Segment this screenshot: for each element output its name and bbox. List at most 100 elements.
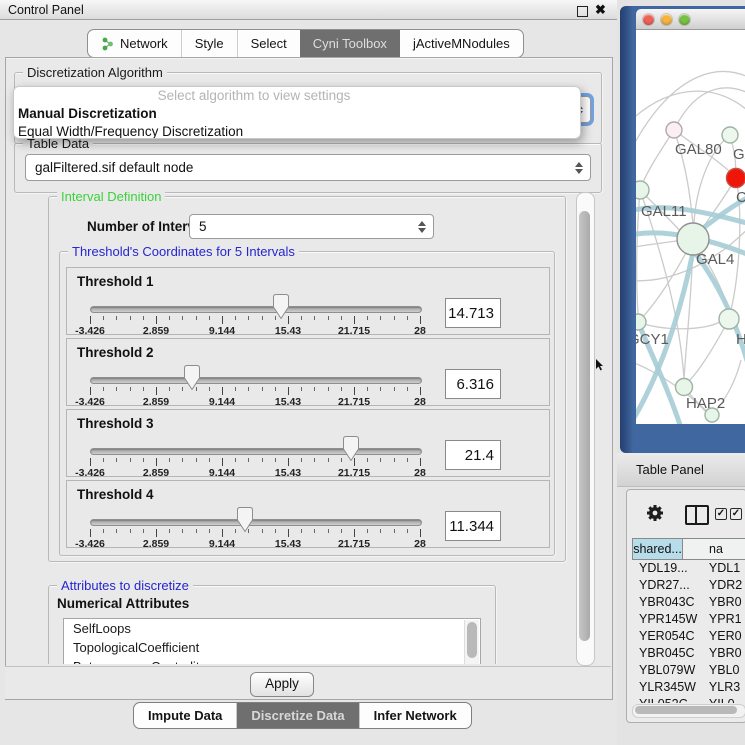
tick-mark [130, 529, 131, 533]
cell-shared-name[interactable]: YBL079W [632, 662, 704, 679]
threshold-4-value-field[interactable]: 11.344 [445, 511, 501, 541]
attributes-scrollbar[interactable] [464, 620, 479, 664]
table-row[interactable]: YDL19...YDL1 [632, 560, 745, 577]
close-icon[interactable]: ✖ [595, 1, 606, 18]
attribute-list-item[interactable]: BetweennessCentrality [64, 657, 480, 664]
minimize-traffic-light-icon[interactable] [661, 14, 672, 25]
cell-name[interactable]: YIL0 [704, 696, 745, 703]
table-row[interactable]: YER054CYER0 [632, 628, 745, 645]
slider-track[interactable] [90, 519, 422, 526]
network-edge[interactable] [640, 130, 674, 190]
numerical-attributes-list[interactable]: SelfLoopsTopologicalCoefficientBetweenne… [63, 618, 481, 664]
zoom-traffic-light-icon[interactable] [679, 14, 690, 25]
number-of-intervals-combobox[interactable]: 5 [189, 214, 434, 239]
checkbox-icon[interactable]: ✓ [715, 508, 727, 520]
slider-track[interactable] [90, 377, 422, 384]
network-edge[interactable] [674, 88, 745, 130]
slider-handle[interactable] [237, 507, 253, 532]
slider-handle[interactable] [273, 294, 289, 319]
close-traffic-light-icon[interactable] [643, 14, 654, 25]
network-node[interactable] [727, 169, 745, 188]
float-window-icon[interactable] [577, 6, 588, 17]
cell-name[interactable]: YDL1 [704, 560, 745, 577]
tab-select[interactable]: Select [237, 30, 300, 57]
threshold-3-value-field[interactable]: 21.4 [445, 440, 501, 470]
dropdown-option-equal-width[interactable]: Equal Width/Frequency Discretization [14, 123, 580, 139]
slider-handle[interactable] [184, 365, 200, 390]
network-view-canvas[interactable]: GAL80GACGAL11GAL4GCY1HHAP2 [636, 30, 745, 424]
table-row[interactable]: YBR043CYBR0 [632, 594, 745, 611]
slider-track[interactable] [90, 306, 422, 313]
threshold-1-value-field[interactable]: 14.713 [445, 298, 501, 328]
attribute-list-item[interactable]: SelfLoops [64, 619, 480, 638]
tick-mark [420, 458, 421, 466]
tab-cyni-toolbox[interactable]: Cyni Toolbox [300, 30, 400, 57]
column-header-shared-name[interactable]: shared... [632, 538, 683, 560]
table-row[interactable]: YPR145WYPR1 [632, 611, 745, 628]
dropdown-placeholder-option[interactable]: Select algorithm to view settings [14, 87, 580, 105]
scrollbar-thumb[interactable] [467, 622, 477, 658]
network-node[interactable] [636, 181, 649, 199]
cell-shared-name[interactable]: YIL052C [632, 696, 704, 703]
tab-network[interactable]: Network [88, 30, 181, 57]
threshold-2-value-field[interactable]: 6.316 [445, 369, 501, 399]
tab-jactivemnodules[interactable]: jActiveMNodules [400, 30, 523, 57]
network-node-label: HAP2 [686, 395, 725, 412]
scrollbar-thumb[interactable] [579, 211, 590, 641]
table-row[interactable]: YLR345WYLR3 [632, 679, 745, 696]
cell-name[interactable]: YER0 [704, 628, 745, 645]
network-edge[interactable] [638, 322, 720, 329]
attribute-list-item[interactable]: TopologicalCoefficient [64, 638, 480, 657]
network-node[interactable] [722, 127, 738, 143]
cell-shared-name[interactable]: YER054C [632, 628, 704, 645]
cell-shared-name[interactable]: YDR27... [632, 577, 704, 594]
cell-shared-name[interactable]: YLR345W [632, 679, 704, 696]
network-window-titlebar[interactable] [636, 9, 745, 30]
tab-impute-data[interactable]: Impute Data [134, 703, 236, 728]
cell-name[interactable]: YDR2 [704, 577, 745, 594]
threshold-3-slider[interactable]: -3.4262.8599.14415.4321.71528 [90, 446, 420, 474]
cell-name[interactable]: YBR0 [704, 645, 745, 662]
cell-shared-name[interactable]: YBR045C [632, 645, 704, 662]
table-data-combobox[interactable]: galFiltered.sif default node [25, 154, 591, 181]
network-node[interactable] [636, 314, 646, 330]
split-columns-icon[interactable] [685, 505, 709, 525]
cell-shared-name[interactable]: YPR145W [632, 611, 704, 628]
network-node[interactable] [666, 122, 682, 138]
cell-shared-name[interactable]: YBR043C [632, 594, 704, 611]
table-row[interactable]: YBR045CYBR0 [632, 645, 745, 662]
dropdown-option-manual[interactable]: Manual Discretization [14, 105, 580, 123]
apply-button[interactable]: Apply [250, 672, 314, 697]
tick-label: 9.144 [209, 396, 235, 408]
table-row[interactable]: YIL052CYIL0 [632, 696, 745, 703]
network-node[interactable] [676, 379, 693, 396]
tab-discretize-data[interactable]: Discretize Data [236, 703, 358, 728]
slider-track[interactable] [90, 448, 422, 455]
cell-name[interactable]: YBR0 [704, 594, 745, 611]
gear-icon[interactable] [645, 503, 665, 523]
network-node[interactable] [719, 309, 739, 329]
table-horizontal-scrollbar[interactable] [632, 704, 745, 718]
table-row[interactable]: YDR27...YDR2 [632, 577, 745, 594]
tick-label: -3.426 [75, 325, 105, 337]
network-edge[interactable] [636, 91, 745, 125]
scrollbar-thumb[interactable] [635, 706, 737, 714]
cell-shared-name[interactable]: YDL19... [632, 560, 704, 577]
threshold-1-slider[interactable]: -3.4262.8599.14415.4321.71528 [90, 304, 420, 332]
tick-label: -3.426 [75, 538, 105, 550]
tab-infer-network[interactable]: Infer Network [359, 703, 471, 728]
threshold-4-slider[interactable]: -3.4262.8599.14415.4321.71528 [90, 517, 420, 545]
slider-handle[interactable] [343, 436, 359, 461]
cell-name[interactable]: YPR1 [704, 611, 745, 628]
tick-mark [130, 316, 131, 320]
cell-name[interactable]: YLR3 [704, 679, 745, 696]
cell-name[interactable]: YBL0 [704, 662, 745, 679]
checkbox-icon[interactable]: ✓ [730, 508, 742, 520]
settings-scrollbar[interactable] [576, 192, 595, 666]
tab-style[interactable]: Style [181, 30, 237, 57]
network-window[interactable]: GAL80GACGAL11GAL4GCY1HHAP2 [620, 6, 745, 453]
attributes-group: Attributes to discretize Numerical Attri… [48, 585, 496, 664]
table-row[interactable]: YBL079WYBL0 [632, 662, 745, 679]
threshold-2-slider[interactable]: -3.4262.8599.14415.4321.71528 [90, 375, 420, 403]
column-header-name[interactable]: na [683, 538, 745, 560]
